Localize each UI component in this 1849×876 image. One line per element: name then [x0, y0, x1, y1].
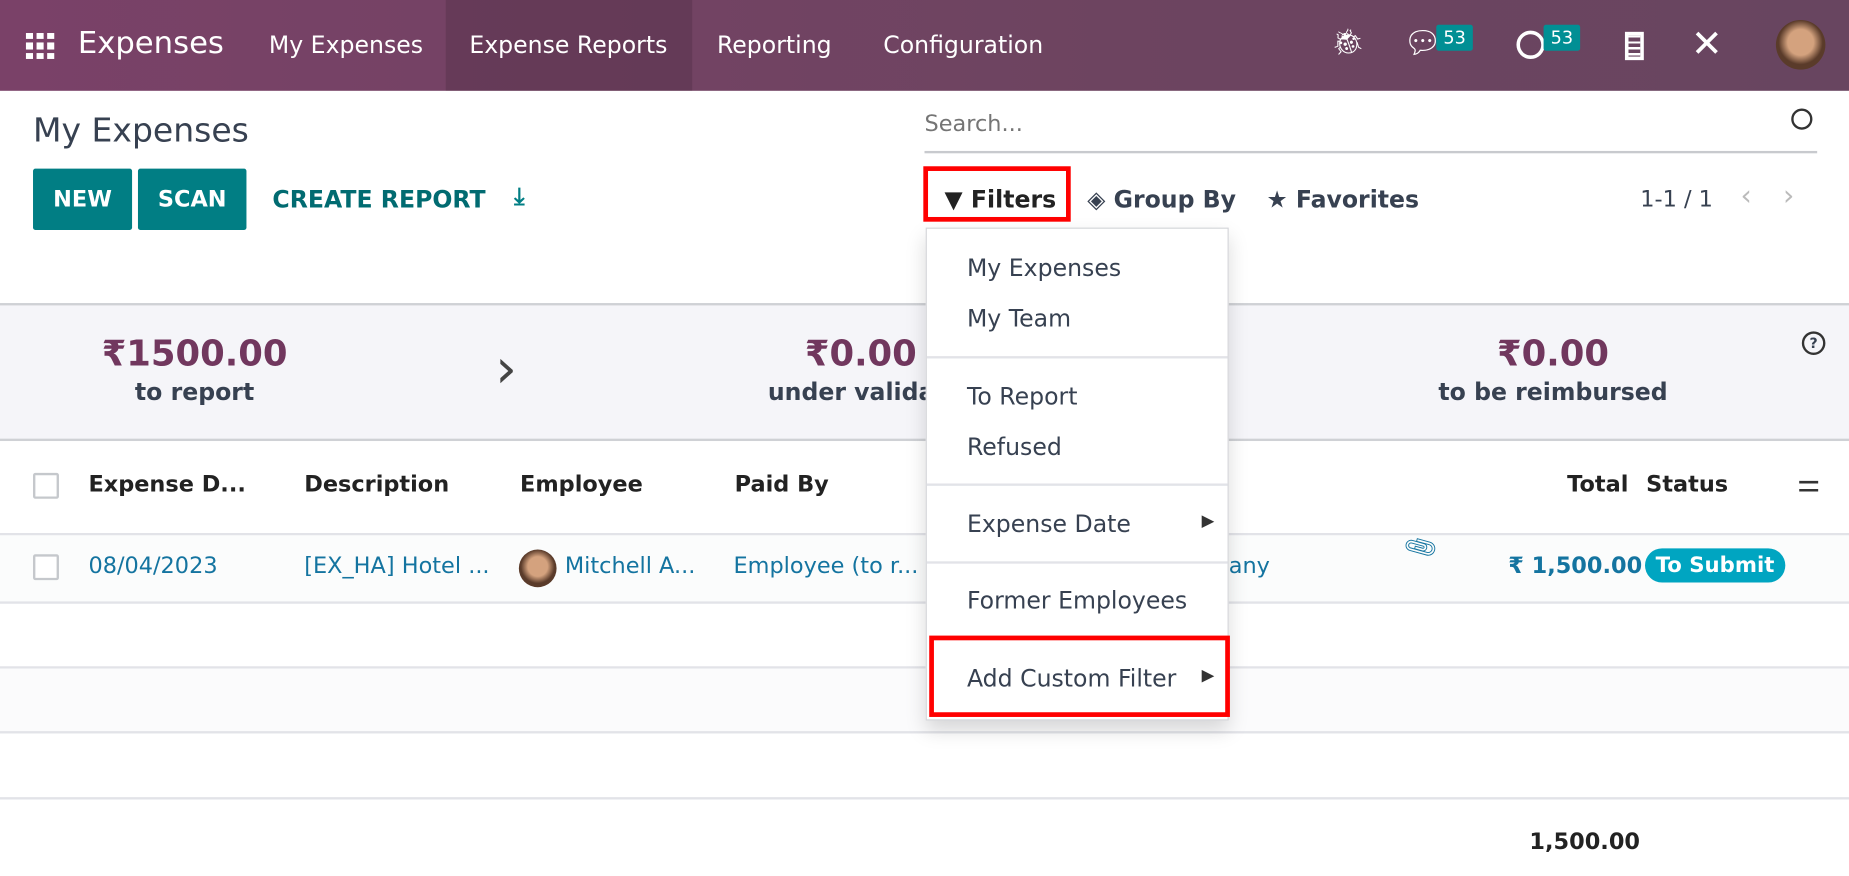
col-paid-by[interactable]: Paid By	[735, 472, 829, 498]
pager-prev-icon[interactable]: ‹	[1741, 179, 1752, 212]
top-navbar: Expenses My Expenses Expense Reports Rep…	[0, 0, 1849, 91]
bug-icon[interactable]: 🐞︎	[1331, 28, 1364, 57]
cell-description[interactable]: [EX_HA] Hotel ...	[304, 553, 489, 579]
col-status[interactable]: Status	[1646, 472, 1728, 498]
cell-employee[interactable]: Mitchell A...	[565, 553, 696, 579]
filter-icon: ▼	[944, 185, 963, 214]
filter-to-report[interactable]: To Report	[967, 382, 1078, 410]
cell-date[interactable]: 08/04/2023	[88, 553, 217, 579]
caret-right-icon: ▶	[1201, 666, 1215, 686]
filters-button[interactable]: ▼ Filters	[923, 166, 1071, 222]
user-avatar[interactable]	[1775, 20, 1826, 70]
app-name[interactable]: Expenses	[78, 26, 224, 61]
col-description[interactable]: Description	[304, 472, 449, 498]
create-report-button[interactable]: CREATE REPORT	[272, 185, 485, 213]
clock-icon[interactable]	[1516, 30, 1545, 59]
page-title: My Expenses	[33, 110, 249, 150]
filter-former-employees[interactable]: Former Employees	[967, 586, 1187, 614]
stat-to-be-reimbursed[interactable]: ₹0.00 to be reimbursed	[1406, 334, 1701, 406]
employee-avatar	[518, 549, 557, 588]
download-icon[interactable]: ⤓	[514, 182, 524, 210]
search-bar[interactable]	[924, 101, 1818, 154]
new-button[interactable]: NEW	[33, 168, 133, 230]
help-icon[interactable]: ?	[1801, 331, 1826, 355]
footer-total: 1,500.00	[1529, 828, 1641, 855]
stats-panel: ₹1500.00 to report › ₹0.00 under validat…	[0, 303, 1849, 442]
cell-total: ₹ 1,500.00	[1508, 553, 1643, 579]
stat-to-report[interactable]: ₹1500.00 to report	[47, 334, 342, 406]
filter-add-custom[interactable]: Add Custom Filter	[967, 664, 1176, 692]
filter-my-team[interactable]: My Team	[967, 304, 1071, 332]
cell-company[interactable]: any	[1229, 553, 1270, 579]
company-icon[interactable]	[1624, 31, 1644, 61]
tools-icon[interactable]: ✕	[1691, 21, 1723, 66]
favorites-button[interactable]: ★ Favorites	[1266, 185, 1419, 213]
apps-menu-icon[interactable]	[25, 33, 55, 59]
filter-expense-date[interactable]: Expense Date	[967, 509, 1131, 537]
empty-row	[0, 668, 1849, 732]
star-icon: ★	[1266, 185, 1288, 214]
menu-reporting[interactable]: Reporting	[693, 0, 855, 91]
pager-next-icon[interactable]: ›	[1783, 179, 1794, 212]
row-checkbox[interactable]	[33, 554, 59, 581]
search-input[interactable]	[924, 110, 1750, 137]
col-employee[interactable]: Employee	[520, 472, 643, 498]
search-icon[interactable]	[1791, 108, 1813, 130]
select-all-checkbox[interactable]	[33, 472, 59, 499]
status-badge: To Submit	[1644, 548, 1785, 583]
filter-my-expenses[interactable]: My Expenses	[967, 254, 1121, 282]
column-settings-icon[interactable]: ⚌	[1797, 469, 1820, 498]
group-by-button[interactable]: ◈ Group By	[1087, 185, 1236, 213]
cell-paid-by[interactable]: Employee (to r...	[733, 553, 918, 579]
caret-right-icon: ▶	[1201, 511, 1215, 531]
messages-badge: 53	[1436, 24, 1473, 51]
pager-value[interactable]: 1-1 / 1	[1640, 186, 1713, 212]
chevron-right-icon: ›	[495, 336, 517, 400]
filter-refused[interactable]: Refused	[967, 433, 1062, 461]
menu-expense-reports[interactable]: Expense Reports	[445, 0, 693, 91]
menu-configuration[interactable]: Configuration	[860, 0, 1067, 91]
scan-button[interactable]: SCAN	[137, 168, 247, 230]
col-total[interactable]: Total	[1567, 472, 1628, 498]
menu-my-expenses[interactable]: My Expenses	[245, 0, 446, 91]
col-expense-date[interactable]: Expense D...	[88, 472, 245, 498]
activities-badge: 53	[1543, 24, 1581, 51]
layers-icon: ◈	[1087, 185, 1106, 214]
